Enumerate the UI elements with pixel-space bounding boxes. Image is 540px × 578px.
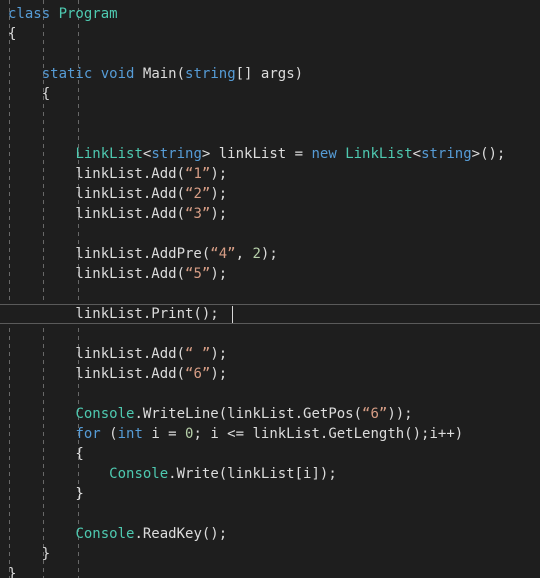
- token-punc: {: [8, 86, 51, 102]
- code-line[interactable]: linkList.Add(“1”);: [0, 164, 540, 184]
- code-line[interactable]: linkList.Add(“ ”);: [0, 344, 540, 364]
- token-pln: (: [109, 426, 118, 442]
- token-type: Console: [75, 406, 135, 422]
- token-punc: }: [8, 486, 84, 502]
- code-line[interactable]: class Program: [0, 4, 540, 24]
- token-kw: for: [75, 426, 110, 442]
- token-pln: i =: [151, 426, 186, 442]
- token-pln: .ReadKey();: [134, 526, 228, 542]
- token-pln: [8, 466, 109, 482]
- token-pln: ,: [235, 246, 253, 262]
- token-pln: [8, 426, 75, 442]
- token-str: “3”: [185, 206, 211, 222]
- token-str: “1”: [185, 166, 211, 182]
- code-line[interactable]: [0, 44, 540, 64]
- token-pln: linkList.AddPre(: [8, 246, 211, 262]
- code-line[interactable]: [0, 384, 540, 404]
- token-kw: string: [151, 146, 202, 162]
- token-type: LinkList: [75, 146, 143, 162]
- code-line[interactable]: linkList.Add(“6”);: [0, 364, 540, 384]
- token-pln: linkList.Add(: [8, 346, 186, 362]
- token-kw: static: [41, 66, 101, 82]
- code-line[interactable]: for (int i = 0; i <= linkList.GetLength(…: [0, 424, 540, 444]
- code-line[interactable]: linkList.Print();: [0, 304, 540, 324]
- token-type: Program: [58, 6, 118, 22]
- token-pln: );: [210, 206, 228, 222]
- text-caret: [232, 306, 233, 323]
- code-line[interactable]: [0, 324, 540, 344]
- token-pln: > linkList =: [201, 146, 312, 162]
- code-line[interactable]: [0, 504, 540, 524]
- token-punc: {: [8, 26, 17, 42]
- token-pln: >();: [471, 146, 506, 162]
- token-pln: );: [210, 366, 228, 382]
- code-line[interactable]: {: [0, 444, 540, 464]
- token-str: “2”: [185, 186, 211, 202]
- token-punc: {: [8, 446, 84, 462]
- token-pln: [8, 66, 42, 82]
- token-pln: );: [260, 246, 278, 262]
- token-kw: string: [185, 66, 236, 82]
- code-line[interactable]: linkList.Add(“2”);: [0, 184, 540, 204]
- code-line[interactable]: static void Main(string[] args): [0, 64, 540, 84]
- token-pln: linkList.Add(: [8, 186, 186, 202]
- code-line[interactable]: }: [0, 564, 540, 578]
- code-line[interactable]: linkList.AddPre(“4”, 2);: [0, 244, 540, 264]
- token-punc: }: [8, 566, 17, 578]
- token-pln: linkList.Print();: [8, 306, 219, 322]
- token-pln: ; i <= linkList.GetLength();i++): [193, 426, 464, 442]
- token-pln: Main(: [142, 66, 186, 82]
- code-line[interactable]: }: [0, 484, 540, 504]
- token-kw: void: [100, 66, 143, 82]
- token-kw: class: [8, 6, 59, 22]
- token-pln: [8, 526, 75, 542]
- token-type: Console: [109, 466, 169, 482]
- token-str: “5”: [185, 266, 211, 282]
- code-line[interactable]: Console.Write(linkList[i]);: [0, 464, 540, 484]
- token-kw: int: [117, 426, 152, 442]
- code-line[interactable]: linkList.Add(“3”);: [0, 204, 540, 224]
- token-type: LinkList: [345, 146, 413, 162]
- code-line[interactable]: {: [0, 84, 540, 104]
- token-pln: linkList.Add(: [8, 366, 186, 382]
- token-pln: linkList.Add(: [8, 266, 186, 282]
- token-type: Console: [75, 526, 135, 542]
- code-line[interactable]: {: [0, 24, 540, 44]
- code-line[interactable]: linkList.Add(“5”);: [0, 264, 540, 284]
- token-str: “6”: [362, 406, 388, 422]
- token-num: 2: [252, 246, 261, 262]
- token-str: “6”: [185, 366, 211, 382]
- token-pln: <: [412, 146, 422, 162]
- token-pln: );: [210, 266, 228, 282]
- token-kw: string: [421, 146, 472, 162]
- token-punc: }: [8, 546, 51, 562]
- token-pln: .Write(linkList[i]);: [168, 466, 337, 482]
- token-str: “4”: [210, 246, 236, 262]
- code-line[interactable]: }: [0, 544, 540, 564]
- token-pln: linkList.Add(: [8, 206, 186, 222]
- token-pln: linkList.Add(: [8, 166, 186, 182]
- code-line[interactable]: [0, 124, 540, 144]
- token-pln: );: [210, 186, 228, 202]
- token-pln: [8, 406, 75, 422]
- token-pln: ));: [387, 406, 413, 422]
- token-pln: );: [210, 346, 228, 362]
- token-kw: new: [311, 146, 346, 162]
- code-line[interactable]: [0, 104, 540, 124]
- token-pln: );: [210, 166, 228, 182]
- token-pln: [] args): [235, 66, 304, 82]
- code-line[interactable]: Console.WriteLine(linkList.GetPos(“6”));: [0, 404, 540, 424]
- code-line[interactable]: LinkList<string> linkList = new LinkList…: [0, 144, 540, 164]
- code-line[interactable]: [0, 224, 540, 244]
- token-str: “ ”: [185, 346, 211, 362]
- code-line[interactable]: [0, 284, 540, 304]
- token-pln: [8, 146, 75, 162]
- code-text-layer[interactable]: class Program{ static void Main(string[]…: [0, 4, 540, 578]
- code-editor[interactable]: class Program{ static void Main(string[]…: [0, 0, 540, 578]
- token-pln: .WriteLine(linkList.GetPos(: [134, 406, 363, 422]
- code-line[interactable]: Console.ReadKey();: [0, 524, 540, 544]
